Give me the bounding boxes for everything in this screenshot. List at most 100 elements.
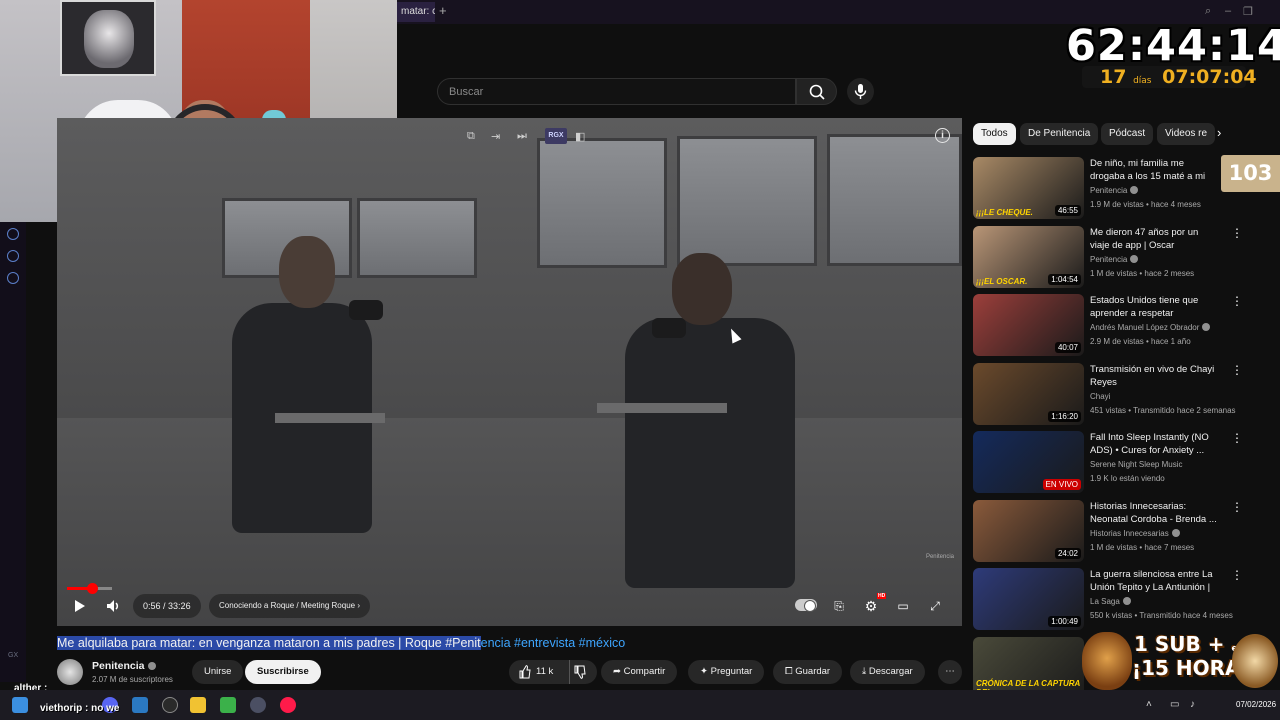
chip-1[interactable]: De Penitencia — [1020, 123, 1099, 145]
popout-icon[interactable]: ⧉ — [467, 130, 475, 143]
minimize-button[interactable]: – — [1225, 5, 1231, 17]
verified-icon — [1202, 323, 1211, 331]
more-vertical-icon[interactable]: ⋮ — [1231, 294, 1243, 308]
fullscreen-button[interactable]: ⤢ — [923, 594, 947, 618]
recommendation-channel[interactable]: Historias Innecesarias — [1090, 528, 1180, 538]
new-tab-button[interactable]: + — [439, 3, 447, 18]
voice-search-button[interactable] — [847, 78, 874, 105]
more-vertical-icon[interactable]: ⋮ — [1231, 431, 1243, 445]
more-vertical-icon[interactable]: ⋮ — [1231, 363, 1243, 377]
more-vertical-icon[interactable]: ⋮ — [1231, 226, 1243, 240]
recommendation-thumbnail[interactable]: 1:16:20 — [973, 362, 1084, 425]
recommendation-item[interactable]: ¡¡¡EL OSCAR. 1:04:54 Me dieron 47 años por… — [973, 225, 1273, 290]
more-vertical-icon[interactable]: ⋮ — [1231, 568, 1243, 582]
recommendation-title[interactable]: Historias Innecesarias: Neonatal Cordoba… — [1090, 500, 1218, 526]
obs-icon[interactable] — [162, 697, 178, 713]
network-icon[interactable]: ▭ — [1170, 699, 1179, 710]
sidebar-toggle-icon[interactable]: ◧ — [575, 130, 585, 143]
thumbs-up-icon[interactable] — [518, 660, 532, 694]
recommendation-title[interactable]: Fall Into Sleep Instantly (NO ADS) • Cur… — [1090, 431, 1218, 457]
recommendation-item[interactable]: 1:00:49 La guerra silenciosa entre La Uni… — [973, 568, 1273, 632]
recommendation-item[interactable]: EN VIVO Fall Into Sleep Instantly (NO ADS… — [973, 431, 1273, 495]
video-player[interactable]: ⧉ ⇥ ⏭ RGX ◧ i Penitencia 0:56 / 33:26 Co… — [57, 118, 962, 626]
settings-icon[interactable] — [7, 272, 19, 284]
browser-search-icon[interactable]: ⌕ — [1205, 5, 1211, 18]
recommendation-thumbnail[interactable]: 40:07 — [973, 294, 1084, 356]
recommendation-title[interactable]: Transmisión en vivo de Chayi Reyes — [1090, 363, 1218, 389]
download-button[interactable]: ⤓ Descargar — [850, 660, 925, 684]
theater-icon: ▭ — [897, 599, 909, 613]
save-button[interactable]: ⧠ Guardar — [773, 660, 843, 684]
recommendation-thumbnail[interactable]: ¡¡¡LE CHEQUE. 46:55 — [973, 157, 1084, 219]
thumbs-down-icon[interactable] — [573, 660, 587, 694]
gamepad-icon[interactable] — [220, 697, 236, 713]
channel-avatar[interactable] — [57, 659, 83, 685]
verified-icon — [147, 662, 156, 670]
recommendation-thumbnail[interactable]: 24:02 — [973, 499, 1084, 562]
download-label: Descargar — [868, 666, 913, 677]
bookmark-icon: ⧠ — [785, 666, 796, 677]
recommendation-title[interactable]: Estados Unidos tiene que aprender a resp… — [1090, 294, 1218, 320]
play-button[interactable] — [67, 594, 91, 618]
skip-icon[interactable]: ⏭ — [517, 130, 527, 143]
thumbnail-caption: ¡¡¡EL OSCAR. — [976, 276, 1028, 286]
video-microphone — [349, 300, 383, 320]
play-icon — [75, 600, 85, 612]
store-icon[interactable] — [132, 697, 148, 713]
opera-gx-icon[interactable] — [280, 697, 296, 713]
recommendation-thumbnail[interactable]: 1:00:49 — [973, 568, 1084, 630]
recommendation-title[interactable]: De niño, mi familia me drogaba a los 15 … — [1090, 157, 1218, 183]
recommendation-channel[interactable]: Serene Night Sleep Music — [1090, 460, 1183, 469]
recommendation-channel[interactable]: Penitencia — [1090, 254, 1139, 264]
more-actions-button[interactable]: ⋯ — [938, 660, 962, 684]
recommendation-channel[interactable]: Andrés Manuel López Obrador — [1090, 323, 1211, 332]
recommendation-thumbnail[interactable]: EN VIVO — [973, 431, 1084, 493]
enter-icon[interactable]: ⇥ — [491, 130, 500, 143]
volume-button[interactable] — [101, 594, 125, 618]
like-count[interactable]: 11 k — [536, 660, 553, 684]
app-icon[interactable] — [250, 697, 266, 713]
recommendation-title[interactable]: La guerra silenciosa entre La Unión Tepi… — [1090, 568, 1218, 594]
ask-button[interactable]: ✦ Preguntar — [688, 660, 765, 684]
video-window — [677, 136, 817, 266]
subscribe-button[interactable]: Suscribirse — [245, 660, 321, 684]
theater-button[interactable]: ▭ — [891, 594, 915, 618]
recommendation-channel[interactable]: Penitencia — [1090, 186, 1139, 195]
more-vertical-icon[interactable]: ⋮ — [1231, 500, 1243, 514]
browser-tab[interactable]: matar: c — [397, 2, 435, 22]
channel-name[interactable]: Penitencia — [92, 660, 156, 672]
video-title-selected: Me alquilaba para matar: en venganza mat… — [57, 636, 481, 650]
join-button[interactable]: Unirse — [192, 660, 244, 684]
share-button[interactable]: ➦ Compartir — [601, 660, 678, 684]
recommendation-title[interactable]: Me dieron 47 años por un viaje de app | … — [1090, 226, 1218, 252]
recommendation-channel[interactable]: La Saga — [1090, 597, 1131, 606]
subtitles-button[interactable]: ⎘ — [827, 594, 851, 618]
folder-icon[interactable] — [190, 697, 206, 713]
chapter-button[interactable]: Conociendo a Roque / Meeting Roque › — [209, 594, 370, 618]
search-box[interactable] — [437, 78, 796, 105]
channel-name-text: Penitencia — [92, 660, 145, 672]
rgx-badge[interactable]: RGX — [545, 128, 567, 144]
maximize-button[interactable]: ❐ — [1243, 5, 1253, 18]
history-icon[interactable] — [7, 228, 19, 240]
autoplay-toggle[interactable] — [795, 599, 817, 612]
recommendation-channel-name: La Saga — [1090, 597, 1120, 606]
video-hashtags[interactable]: #entrevista #méxico — [511, 636, 625, 650]
chip-0[interactable]: Todos — [973, 123, 1016, 145]
stream-counter: 103 — [1221, 155, 1280, 192]
tray-chevron-icon[interactable]: ˄ — [1146, 699, 1152, 710]
chevron-right-icon[interactable]: › — [1217, 125, 1221, 140]
volume-tray-icon[interactable]: ♪ — [1190, 699, 1195, 710]
search-input[interactable] — [438, 79, 795, 104]
clock-icon[interactable] — [7, 250, 19, 262]
recommendation-item[interactable]: 1:16:20 Transmisión en vivo de Chayi Reye… — [973, 362, 1273, 427]
windows-start-icon[interactable] — [12, 697, 28, 713]
recommendation-item[interactable]: 40:07 Estados Unidos tiene que aprender a… — [973, 294, 1273, 358]
recommendation-item[interactable]: 24:02 Historias Innecesarias: Neonatal Co… — [973, 499, 1273, 564]
chip-2[interactable]: Pódcast — [1101, 123, 1154, 145]
info-icon[interactable]: i — [935, 128, 950, 143]
search-button[interactable] — [796, 78, 837, 105]
recommendation-channel[interactable]: Chayi — [1090, 392, 1110, 401]
chip-3[interactable]: Videos re — [1157, 123, 1215, 145]
recommendation-thumbnail[interactable]: ¡¡¡EL OSCAR. 1:04:54 — [973, 225, 1084, 288]
